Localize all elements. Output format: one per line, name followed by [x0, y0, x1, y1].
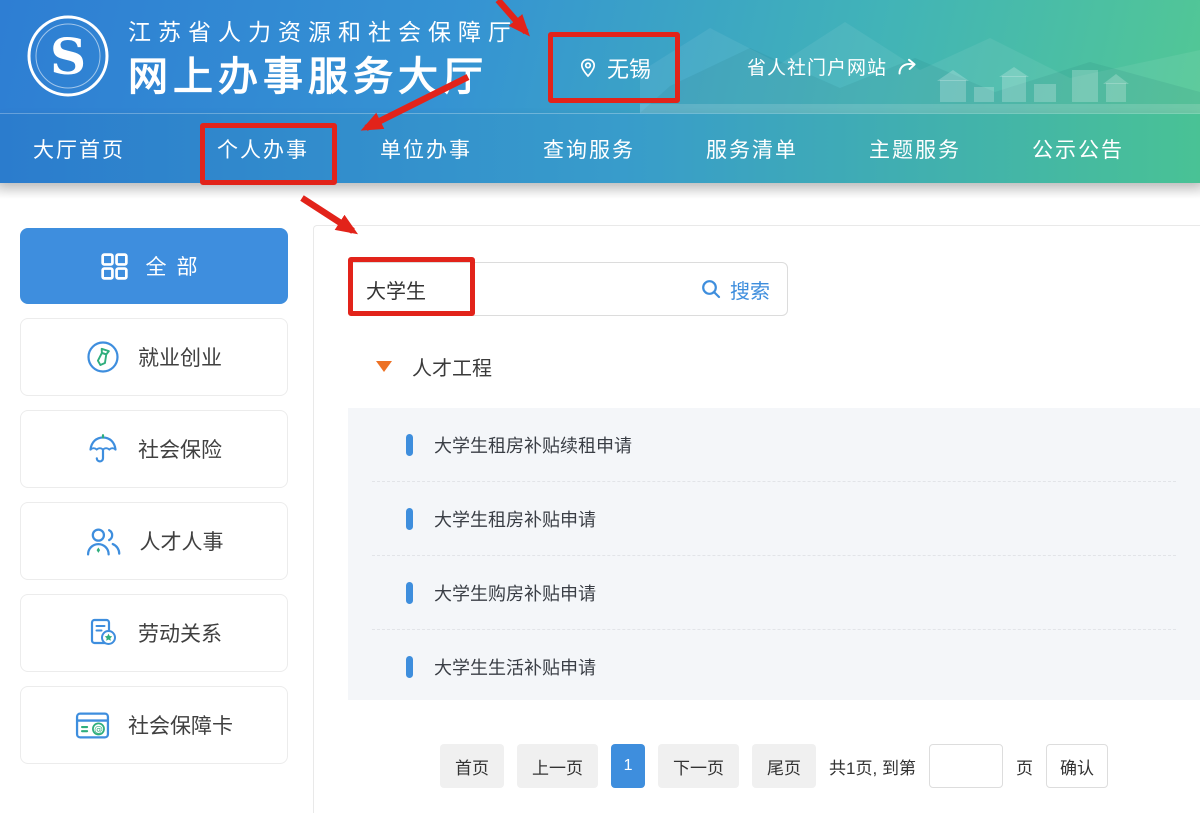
sidebar-item-talent[interactable]: 人才人事 [20, 502, 288, 580]
org-title: 江苏省人力资源和社会保障厅 [128, 13, 518, 47]
document-star-icon [86, 616, 120, 650]
grid-icon [101, 253, 128, 280]
item-marker-bar [406, 434, 413, 456]
search-button[interactable]: 搜索 [683, 263, 787, 315]
main-nav: 大厅首页 个人办事 单位办事 查询服务 服务清单 主题服务 公示公告 [0, 113, 1200, 183]
external-link-arrow-icon [896, 57, 920, 77]
city-label: 无锡 [607, 52, 651, 84]
service-item-title: 大学生购房补贴申请 [434, 580, 596, 606]
page-unit-label: 页 [1016, 754, 1033, 779]
agency-seal-logo: S [26, 14, 110, 98]
portal-site-link[interactable]: 省人社门户网站 [747, 53, 920, 80]
service-item-title: 大学生租房补贴申请 [434, 506, 596, 532]
nav-item-service-list[interactable]: 服务清单 [706, 134, 798, 164]
next-page-button[interactable]: 下一页 [658, 744, 739, 788]
city-selector[interactable]: 无锡 [578, 52, 651, 84]
umbrella-icon [86, 432, 120, 466]
service-search-box: 搜索 [348, 262, 788, 316]
jump-page-input[interactable] [929, 744, 1003, 788]
last-page-button[interactable]: 尾页 [752, 744, 816, 788]
card-icon: @ [75, 711, 110, 740]
pagination: 首页 上一页 1 下一页 尾页 共1页, 到第 页 确认 [348, 744, 1200, 788]
svg-text:@: @ [94, 724, 103, 734]
first-page-button[interactable]: 首页 [440, 744, 504, 788]
item-marker-bar [406, 656, 413, 678]
sidebar-item-label: 社会保险 [138, 434, 222, 464]
service-list: 大学生租房补贴续租申请 大学生租房补贴申请 大学生购房补贴申请 大学生生活补贴申… [348, 408, 1200, 700]
item-marker-bar [406, 582, 413, 604]
search-button-label: 搜索 [730, 275, 770, 304]
tie-icon [86, 340, 120, 374]
prev-page-button[interactable]: 上一页 [517, 744, 598, 788]
item-marker-bar [406, 508, 413, 530]
service-item[interactable]: 大学生购房补贴申请 [372, 555, 1176, 629]
sidebar-item-employment[interactable]: 就业创业 [20, 318, 288, 396]
sidebar-item-label: 社会保障卡 [128, 710, 233, 740]
nav-item-home[interactable]: 大厅首页 [33, 134, 125, 164]
search-input[interactable] [349, 278, 683, 301]
hall-title: 网上办事服务大厅 [128, 44, 488, 102]
sidebar-item-label: 人才人事 [140, 526, 224, 556]
site-header: S 江苏省人力资源和社会保障厅 网上办事服务大厅 无锡 省人社门户网站 [0, 0, 1200, 113]
category-sidebar: 全部 就业创业 [20, 228, 288, 778]
service-item[interactable]: 大学生租房补贴申请 [372, 481, 1176, 555]
service-item[interactable]: 大学生租房补贴续租申请 [372, 408, 1176, 481]
people-icon [85, 526, 122, 557]
sidebar-item-labor-relations[interactable]: 劳动关系 [20, 594, 288, 672]
page-summary-text: 共1页, 到第 [829, 754, 916, 779]
sidebar-item-social-insurance[interactable]: 社会保险 [20, 410, 288, 488]
service-item-title: 大学生生活补贴申请 [434, 654, 596, 680]
nav-item-query[interactable]: 查询服务 [543, 134, 635, 164]
collapse-triangle-icon[interactable] [376, 361, 392, 372]
current-page-button[interactable]: 1 [611, 744, 645, 788]
location-pin-icon [578, 57, 598, 79]
page: S 江苏省人力资源和社会保障厅 网上办事服务大厅 无锡 省人社门户网站 大厅首页… [0, 0, 1200, 813]
confirm-jump-button[interactable]: 确认 [1046, 744, 1108, 788]
svg-text:S: S [50, 27, 86, 86]
service-item-title: 大学生租房补贴续租申请 [434, 432, 632, 458]
portal-link-label: 省人社门户网站 [747, 53, 887, 80]
sidebar-item-label: 劳动关系 [138, 618, 222, 648]
search-icon [700, 278, 722, 300]
nav-shadow [0, 183, 1200, 199]
category-row: 人才工程 [376, 352, 492, 381]
sidebar-item-all[interactable]: 全部 [20, 228, 288, 304]
nav-item-theme[interactable]: 主题服务 [869, 134, 961, 164]
sidebar-item-label: 全部 [146, 251, 208, 281]
nav-item-unit[interactable]: 单位办事 [380, 134, 472, 164]
nav-item-notice[interactable]: 公示公告 [1032, 134, 1124, 164]
service-item[interactable]: 大学生生活补贴申请 [372, 629, 1176, 703]
category-label: 人才工程 [412, 352, 492, 381]
sidebar-item-social-security-card[interactable]: @ 社会保障卡 [20, 686, 288, 764]
nav-item-personal[interactable]: 个人办事 [217, 134, 309, 164]
sidebar-item-label: 就业创业 [138, 342, 222, 372]
